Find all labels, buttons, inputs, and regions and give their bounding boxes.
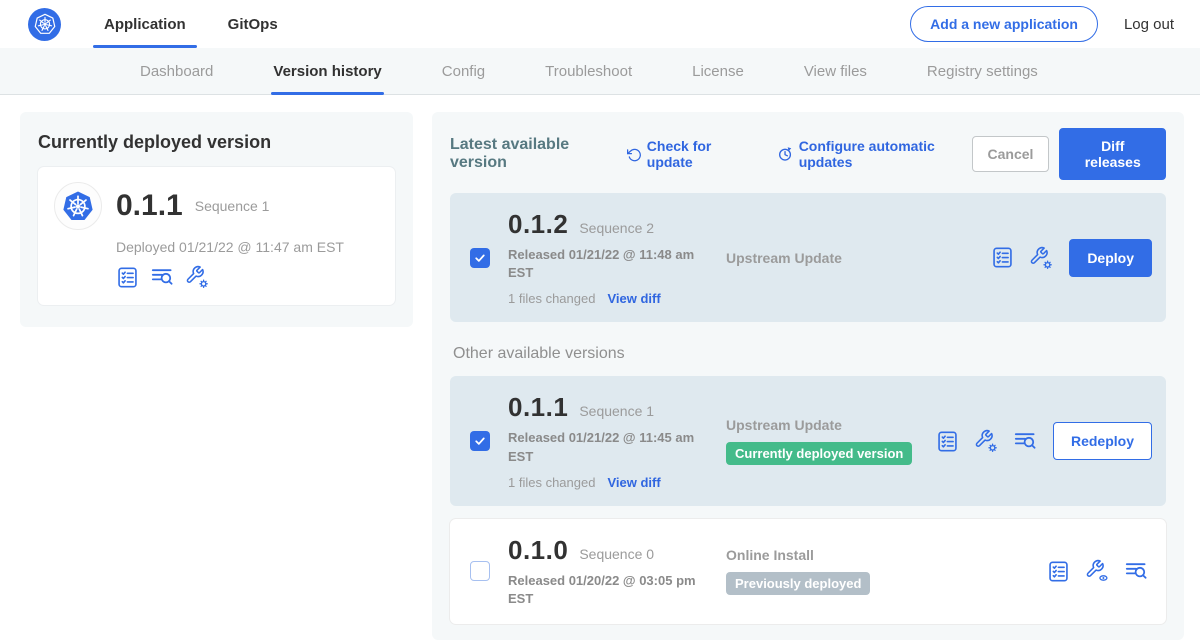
edit-config-icon[interactable] [1029,246,1053,270]
helm-wheel-icon [60,188,96,224]
version-sequence: Sequence 2 [579,220,654,236]
version-source: Upstream Update [726,417,936,433]
version-row-0-1-0: 0.1.0 Sequence 0 Released 01/20/22 @ 03:… [450,519,1166,624]
preflight-checks-icon[interactable] [991,246,1014,269]
version-released: Released 01/20/22 @ 03:05 pm EST [508,572,698,608]
edit-config-icon[interactable] [185,265,209,289]
tab-application-label: Application [104,16,186,33]
subnav-config[interactable]: Config [440,48,487,94]
kubernetes-logo [28,8,61,41]
preflight-checks-icon[interactable] [116,266,139,289]
main-content: Currently deployed version 0.1.1 Sequenc… [0,95,1200,640]
configure-auto-updates-link[interactable]: Configure automatic updates [777,138,972,170]
currently-deployed-badge: Currently deployed version [726,442,912,465]
release-notes-icon[interactable] [1013,429,1037,453]
subnav-license-label: License [692,63,744,80]
diff-releases-button[interactable]: Diff releases [1059,128,1166,180]
subnav-version-history-label: Version history [273,63,381,80]
version-released: Released 01/21/22 @ 11:45 am EST [508,429,698,465]
subnav-troubleshoot[interactable]: Troubleshoot [543,48,634,94]
release-notes-icon[interactable] [150,265,174,289]
deployed-version-number: 0.1.1 [116,189,183,223]
redeploy-button[interactable]: Redeploy [1053,422,1152,460]
check-for-update-link[interactable]: Check for update [626,138,749,170]
release-notes-icon[interactable] [1124,559,1148,583]
subnav-troubleshoot-label: Troubleshoot [545,63,632,80]
version-source: Online Install [726,547,1047,563]
tab-gitops[interactable]: GitOps [215,0,291,48]
app-subnav: Dashboard Version history Config Trouble… [0,48,1200,95]
currently-deployed-title: Currently deployed version [38,132,395,153]
files-changed: 1 files changed [508,475,595,490]
tab-gitops-label: GitOps [228,16,278,33]
subnav-view-files-label: View files [804,63,867,80]
preflight-checks-icon[interactable] [1047,560,1070,583]
topbar-right: Add a new application Log out [910,6,1200,42]
version-checkbox[interactable] [470,561,490,581]
add-application-button[interactable]: Add a new application [910,6,1098,42]
helm-wheel-icon [33,12,57,36]
check-for-update-label: Check for update [647,138,749,170]
deployed-sequence: Sequence 1 [195,198,270,214]
view-config-icon[interactable] [1085,559,1109,583]
version-sequence: Sequence 0 [579,546,654,562]
version-row-0-1-1: 0.1.1 Sequence 1 Released 01/21/22 @ 11:… [450,376,1166,505]
checkmark-icon [473,251,487,265]
deployed-version-box: 0.1.1 Sequence 1 Deployed 01/21/22 @ 11:… [38,167,395,305]
top-navbar: Application GitOps Add a new application… [0,0,1200,48]
edit-config-icon[interactable] [974,429,998,453]
refresh-icon [626,146,641,163]
version-checkbox[interactable] [470,248,490,268]
auto-update-clock-icon [777,145,793,163]
tab-application[interactable]: Application [91,0,199,48]
cancel-button[interactable]: Cancel [972,136,1050,172]
logout-button[interactable]: Log out [1124,16,1174,33]
version-released: Released 01/21/22 @ 11:48 am EST [508,246,698,282]
configure-auto-updates-label: Configure automatic updates [799,138,972,170]
latest-version-title: Latest available version [450,136,612,172]
subnav-view-files[interactable]: View files [802,48,869,94]
subnav-registry-settings[interactable]: Registry settings [925,48,1040,94]
currently-deployed-card: Currently deployed version 0.1.1 Sequenc… [20,112,413,327]
subnav-license[interactable]: License [690,48,746,94]
deployed-timestamp: Deployed 01/21/22 @ 11:47 am EST [116,239,379,255]
deploy-button[interactable]: Deploy [1069,239,1152,277]
version-source: Upstream Update [726,250,991,266]
version-sequence: Sequence 1 [579,403,654,419]
other-versions-title: Other available versions [453,345,1166,363]
version-row-0-1-2: 0.1.2 Sequence 2 Released 01/21/22 @ 11:… [450,193,1166,322]
version-checkbox[interactable] [470,431,490,451]
previously-deployed-badge: Previously deployed [726,572,870,595]
preflight-checks-icon[interactable] [936,430,959,453]
version-number: 0.1.2 [508,209,568,240]
version-number: 0.1.1 [508,392,568,423]
subnav-config-label: Config [442,63,485,80]
subnav-version-history[interactable]: Version history [271,48,383,94]
files-changed: 1 files changed [508,291,595,306]
subnav-dashboard[interactable]: Dashboard [138,48,215,94]
version-history-panel: Latest available version Check for updat… [432,112,1184,640]
checkmark-icon [473,434,487,448]
version-number: 0.1.0 [508,535,568,566]
view-diff-link[interactable]: View diff [607,291,660,306]
latest-version-header: Latest available version Check for updat… [450,128,1166,180]
app-icon [54,182,102,230]
subnav-registry-settings-label: Registry settings [927,63,1038,80]
view-diff-link[interactable]: View diff [607,475,660,490]
subnav-dashboard-label: Dashboard [140,63,213,80]
